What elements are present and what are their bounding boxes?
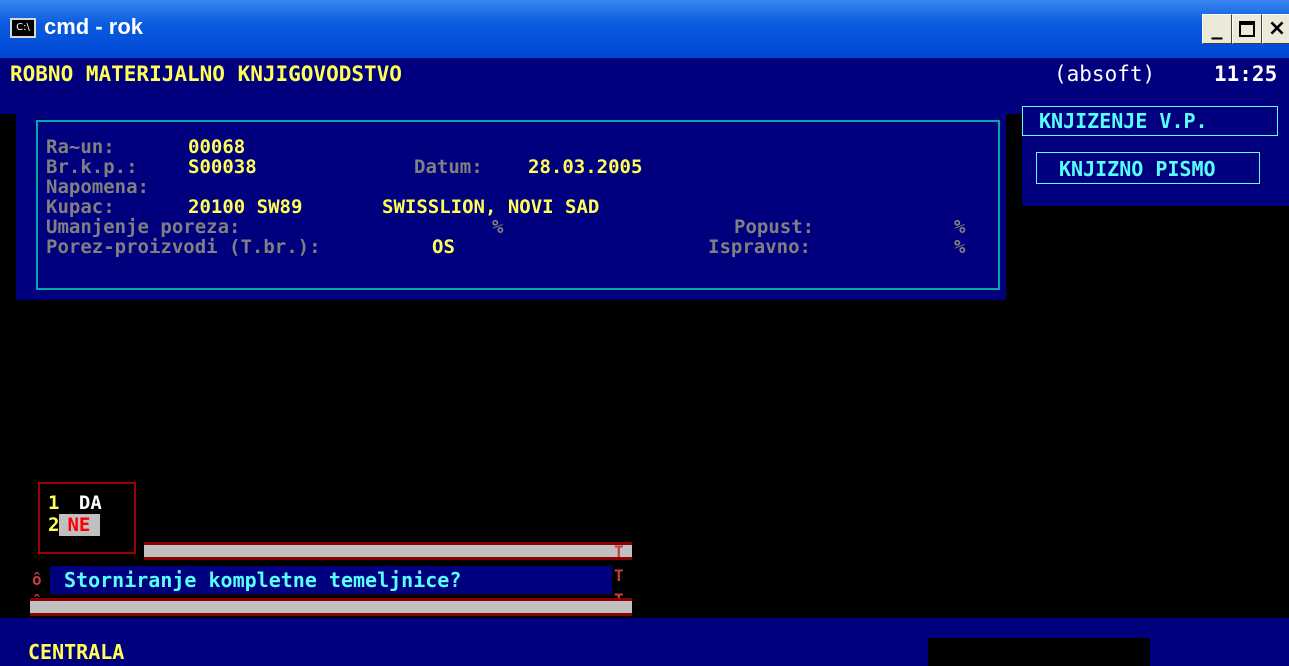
- status-location: CENTRALA: [28, 640, 125, 664]
- vendor-label: (absoft): [1054, 62, 1156, 86]
- datum-label: Datum:: [414, 156, 483, 178]
- dialog-edge-glyph: ô: [32, 570, 42, 589]
- confirm-question: Storniranje kompletne temeljnice?: [50, 566, 612, 594]
- racun-field[interactable]: 00068: [188, 136, 245, 158]
- minimize-button[interactable]: _: [1202, 14, 1232, 44]
- side-menu: KNJIZENJE V.P. KNJIZNO PISMO: [1022, 102, 1289, 206]
- kupac-label: Kupac:: [46, 196, 115, 218]
- cmd-icon[interactable]: C:\: [10, 18, 36, 38]
- dialog-bottom-frame: [30, 598, 632, 616]
- brkp-field[interactable]: S00038: [188, 156, 257, 178]
- app-name: ROBNO MATERIJALNO KNJIGOVODSTVO: [10, 62, 402, 86]
- invoice-form: Ra~un: 00068 Br.k.p.: S00038 Datum: 28.0…: [36, 120, 1000, 290]
- maximize-button[interactable]: [1232, 14, 1262, 44]
- option-da-label: DA: [78, 492, 102, 514]
- option-da[interactable]: 1 DA: [48, 492, 102, 514]
- clock: 11:25: [1214, 62, 1278, 86]
- porez-field[interactable]: OS: [432, 236, 455, 258]
- close-button[interactable]: ×: [1262, 14, 1289, 44]
- dialog-top-frame: [144, 542, 632, 560]
- app-header: ROBNO MATERIJALNO KNJIGOVODSTVO (absoft)…: [0, 58, 1289, 92]
- napomena-label: Napomena:: [46, 176, 149, 198]
- confirm-dialog: T T T ô ô Storniranje kompletne temeljni…: [30, 542, 632, 618]
- dialog-edge-glyph: T: [614, 542, 624, 561]
- kupac-code-field[interactable]: 20100 SW89: [188, 196, 302, 218]
- popust-label: Popust:: [734, 216, 815, 238]
- option-ne[interactable]: 2 NE: [48, 514, 101, 536]
- window-title: cmd - rok: [44, 14, 144, 39]
- kupac-name: SWISSLION, NOVI SAD: [382, 196, 600, 218]
- brkp-label: Br.k.p.:: [46, 156, 138, 178]
- option-ne-label: NE: [59, 514, 101, 536]
- racun-label: Ra~un:: [46, 136, 115, 158]
- porez-label: Porez-proizvodi (T.br.):: [46, 236, 321, 258]
- umanjenje-percent[interactable]: %: [492, 216, 503, 238]
- menu-item-knjizno-pismo[interactable]: KNJIZNO PISMO: [1036, 152, 1260, 184]
- status-black-block: [928, 638, 1150, 666]
- status-bar: CENTRALA: [0, 638, 1289, 666]
- umanjenje-label: Umanjenje poreza:: [46, 216, 241, 238]
- dialog-edge-glyph: T: [614, 566, 624, 585]
- maximize-icon: [1239, 21, 1255, 37]
- ispravno-label: Ispravno:: [708, 236, 811, 258]
- option-da-number: 1: [48, 492, 60, 514]
- window-title-bar[interactable]: C:\ cmd - rok _ ×: [0, 0, 1289, 58]
- option-ne-number: 2: [48, 514, 60, 536]
- ispravno-percent[interactable]: %: [954, 236, 965, 258]
- status-spacer: [0, 618, 1289, 638]
- datum-field[interactable]: 28.03.2005: [528, 156, 642, 178]
- console-area[interactable]: ROBNO MATERIJALNO KNJIGOVODSTVO (absoft)…: [0, 58, 1289, 666]
- menu-item-knjizenje-vp[interactable]: KNJIZENJE V.P.: [1022, 106, 1278, 136]
- popust-percent[interactable]: %: [954, 216, 965, 238]
